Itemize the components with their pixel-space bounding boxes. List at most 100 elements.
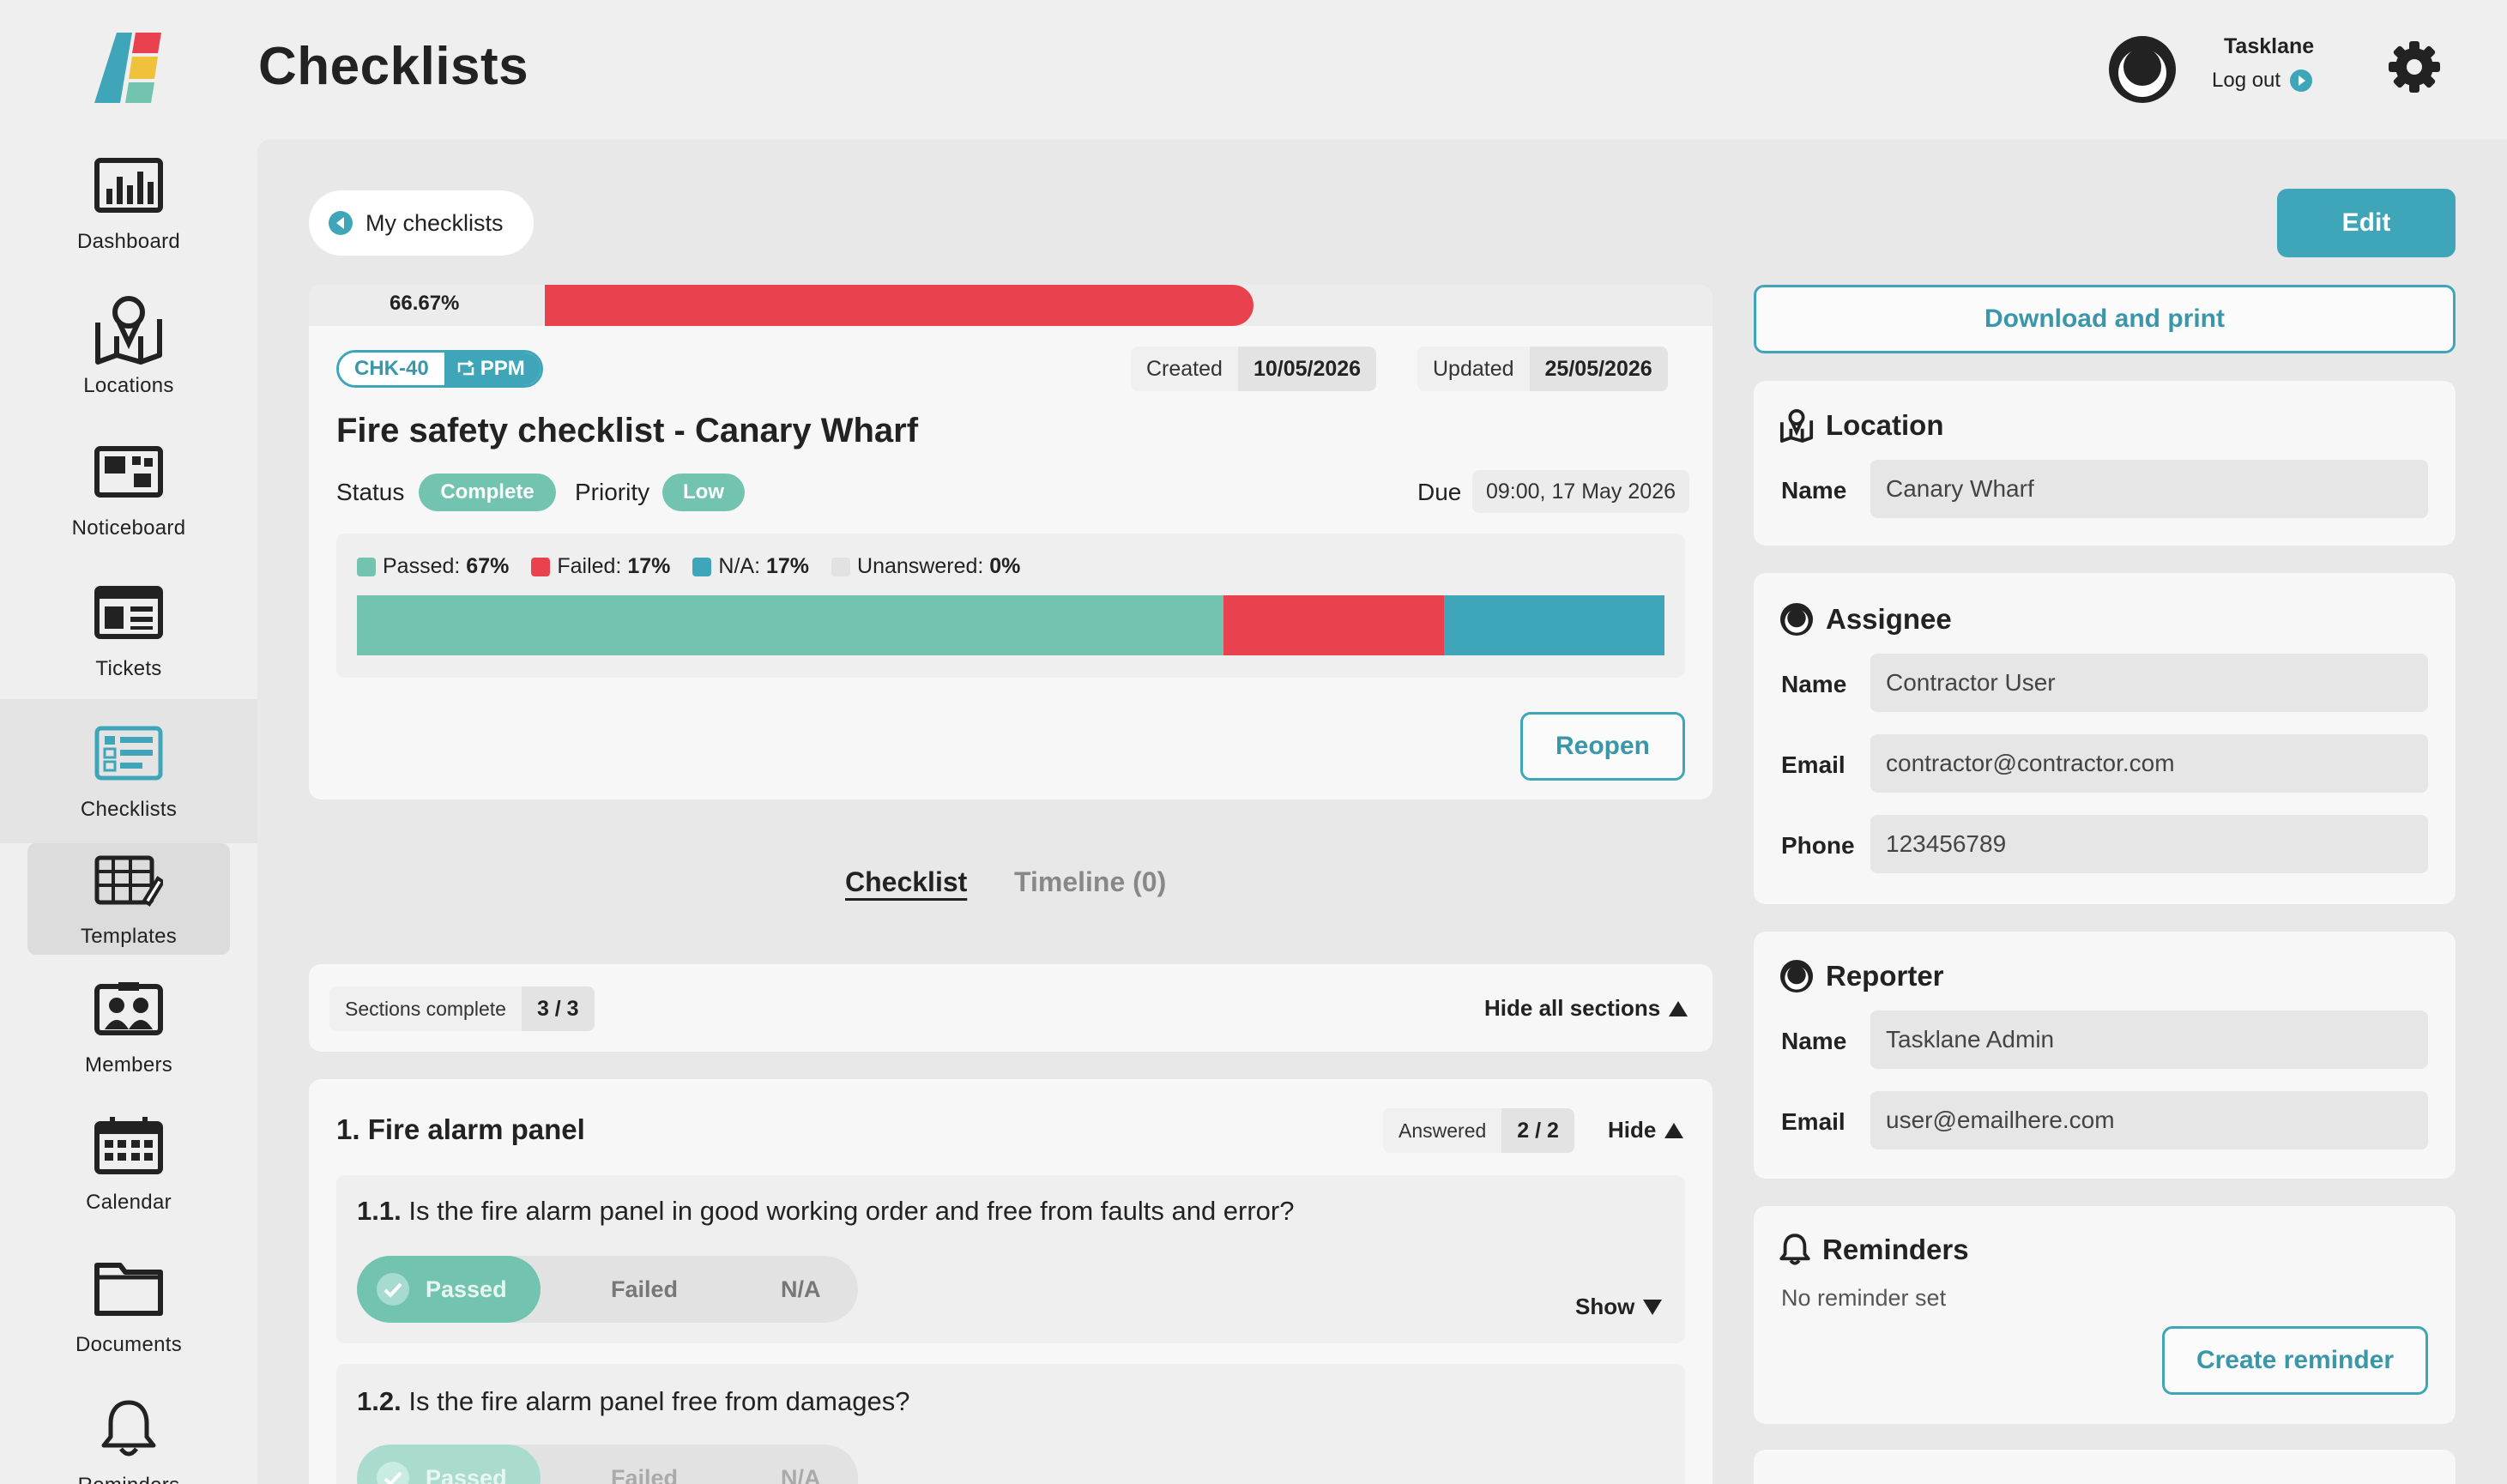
hide-section-button[interactable]: Hide [1608,1117,1684,1143]
created-chip: Created 10/05/2026 [1131,347,1377,391]
tab-checklist[interactable]: Checklist [845,866,967,898]
section-title: 1. Fire alarm panel [336,1113,585,1145]
check-circle-icon [377,1273,409,1306]
legend-failed: Failed: 17% [531,554,670,579]
breakdown-bar-na [1444,595,1664,655]
radio-icon [729,1274,760,1305]
assignee-heading: Assignee [1779,602,1952,636]
reporter-email-value: user@emailhere.com [1870,1091,2428,1149]
logout-link[interactable]: Log out [2212,69,2313,93]
location-heading: Location [1779,408,1944,443]
progress-bar-fill [545,285,1254,326]
sections-complete-chip: Sections complete 3 / 3 [329,986,595,1031]
map-icon [1779,408,1814,443]
location-name-value: Canary Wharf [1870,460,2428,518]
answer-passed-option[interactable]: Passed [357,1445,541,1484]
status-badge: Complete [419,474,556,511]
sidebar-item-dashboard[interactable]: Dashboard [27,146,230,254]
progress-bar [309,285,1713,326]
updated-chip: Updated 25/05/2026 [1417,347,1668,391]
radio-icon [559,1274,590,1305]
answer-selector: Passed Failed N/A [357,1445,858,1484]
answer-failed-option[interactable]: Failed [559,1445,678,1484]
check-circle-icon [377,1462,409,1484]
user-icon [1779,959,1814,993]
reopen-button[interactable]: Reopen [1520,712,1685,781]
assignee-phone-label: Phone [1781,832,1855,859]
back-arrow-icon [329,211,353,235]
triangle-up-icon [1669,1000,1688,1016]
answer-na-option[interactable]: N/A [729,1256,821,1323]
breakdown-bar-failed [1223,595,1445,655]
answered-chip: Answered 2 / 2 [1383,1108,1574,1153]
breakdown-bar-passed [357,595,1224,655]
location-name-label: Name [1781,477,1847,504]
folder-icon [94,1249,163,1328]
user-icon [1779,602,1814,636]
progress-percent: 66.67% [390,292,460,315]
checklist-id-tag: CHK-40 PPM [336,350,543,388]
reporter-heading: Reporter [1779,959,1944,993]
checklist-icon [94,714,163,793]
priority-label: Priority [575,479,650,505]
assignee-name-value: Contractor User [1870,654,2428,712]
status-label: Status [336,479,405,505]
assignee-name-label: Name [1781,671,1847,697]
assignee-phone-value: 123456789 [1870,815,2428,873]
assignee-email-value: contractor@contractor.com [1870,734,2428,793]
reporter-name-label: Name [1781,1028,1847,1054]
gear-icon[interactable] [2387,39,2442,94]
page-title: Checklists [258,37,529,96]
due-label: Due [1417,479,1462,505]
sidebar-item-locations[interactable]: Locations [27,290,230,398]
calendar-icon [94,1107,163,1185]
sidebar-item-members[interactable]: Members [27,969,230,1077]
app-logo[interactable] [93,33,165,103]
username: Tasklane [2224,34,2315,58]
create-reminder-button[interactable]: Create reminder [2162,1326,2428,1395]
triangle-down-icon [1643,1299,1663,1315]
sidebar-item-templates[interactable]: Templates [27,841,230,949]
logout-arrow-icon [2290,69,2313,92]
due-date: 09:00, 17 May 2026 [1472,470,1689,513]
reporter-name-value: Tasklane Admin [1870,1010,2428,1069]
sidebar-item-checklists[interactable]: Checklists [27,714,230,822]
repeat-icon [457,360,474,376]
sidebar-item-calendar[interactable]: Calendar [27,1107,230,1215]
download-and-print-button[interactable]: Download and print [1754,285,2456,353]
radio-icon [729,1463,760,1484]
priority-badge: Low [662,474,745,511]
edit-button[interactable]: Edit [2277,189,2456,257]
checklist-title: Fire safety checklist - Canary Wharf [336,412,919,449]
legend-passed: Passed: 67% [357,554,509,579]
sidebar-item-tickets[interactable]: Tickets [27,573,230,681]
hide-all-sections-button[interactable]: Hide all sections [1484,995,1688,1022]
breakdown-legend: Passed: 67% Failed: 17% N/A: 17% Unanswe… [357,554,1020,579]
answer-failed-option[interactable]: Failed [559,1256,678,1323]
bar-chart-icon [94,146,163,225]
legend-unanswered: Unanswered: 0% [831,554,1020,579]
noticeboard-icon [94,432,163,511]
no-reminder-text: No reminder set [1781,1285,1947,1311]
legend-na: N/A: 17% [692,554,809,579]
reporter-email-label: Email [1781,1108,1846,1135]
radio-icon [559,1463,590,1484]
breakdown-bar [357,595,1664,655]
answer-na-option[interactable]: N/A [729,1445,821,1484]
next-card [1754,1450,2456,1484]
show-details-button[interactable]: Show [1575,1294,1663,1320]
members-icon [94,969,163,1048]
sidebar-item-reminders[interactable]: Reminders [27,1390,230,1484]
question-text: 1.1. Is the fire alarm panel in good wor… [357,1196,1295,1226]
ticket-icon [94,573,163,652]
map-icon [93,290,165,369]
answer-passed-option[interactable]: Passed [357,1256,541,1323]
avatar[interactable] [2107,34,2178,105]
tab-timeline[interactable]: Timeline (0) [1014,866,1166,898]
sidebar-item-documents[interactable]: Documents [27,1249,230,1357]
sidebar-item-noticeboard[interactable]: Noticeboard [27,432,230,540]
bell-icon [1779,1234,1810,1265]
back-to-my-checklists-button[interactable]: My checklists [309,190,534,256]
reminders-heading: Reminders [1779,1234,1969,1266]
triangle-up-icon [1664,1122,1684,1138]
